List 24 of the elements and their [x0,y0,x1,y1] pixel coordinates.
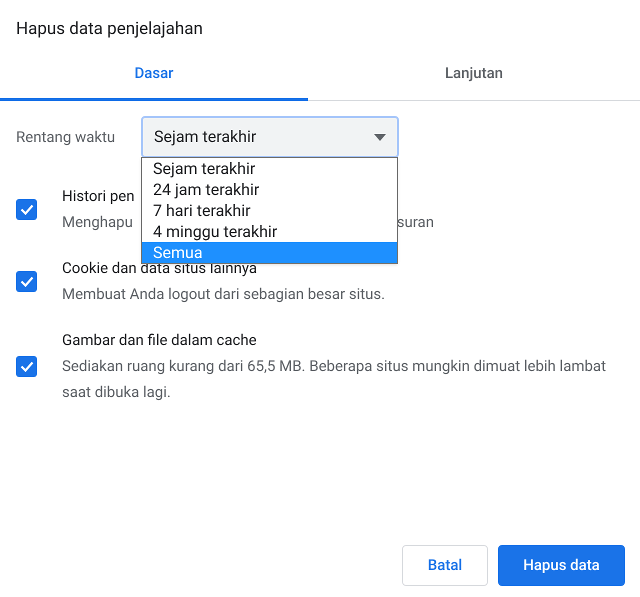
option-title: Histori pen [62,186,135,207]
cancel-button[interactable]: Batal [402,545,488,586]
field-label: Rentang waktu [16,126,116,148]
tab[interactable]: Dasar [0,40,308,101]
dropdown-option[interactable]: 24 jam terakhir [142,179,397,200]
option-description: Membuat Anda logout dari sebagian besar situs. [62,284,386,305]
time-range-select[interactable]: Sejam terakhir [141,116,399,158]
option-title: Gambar dan file dalam cache [62,330,257,351]
checkbox[interactable] [16,356,37,376]
checkmark-icon [20,204,34,214]
tab[interactable]: Lanjutan [308,40,640,101]
dropdown-option[interactable]: Sejam terakhir [142,158,397,179]
dialog-title: Hapus data penjelajahan [15,18,204,40]
checkmark-icon [20,276,34,286]
checkmark-icon [20,360,34,372]
option-description: Menghapu [62,212,133,233]
option-description: suran [396,212,434,233]
checkbox[interactable] [16,198,37,220]
delete-data-button[interactable]: Hapus data [498,545,625,586]
option-description: Sediakan ruang kurang dari 65,5 MB. Beberapa situs mungkin dimuat lebih lambat saat dibuka lagi. [62,356,607,403]
checkbox[interactable] [16,270,37,292]
caret-icon [374,134,386,140]
dropdown-option[interactable]: 4 minggu terakhir [142,221,397,242]
dropdown-option[interactable]: 7 hari terakhir [142,200,397,221]
